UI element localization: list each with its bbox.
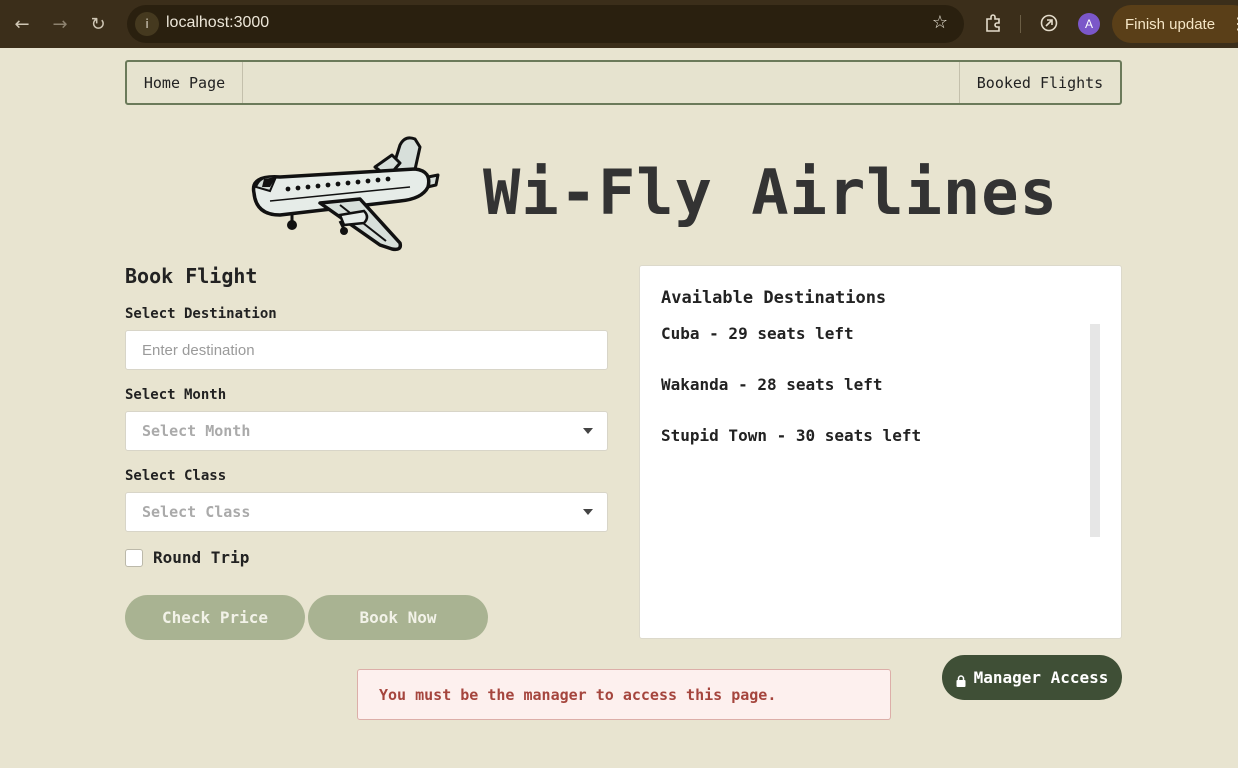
- destinations-scrollbar[interactable]: [1090, 324, 1100, 537]
- book-now-button[interactable]: Book Now: [308, 595, 488, 640]
- nav-home-link[interactable]: Home Page: [127, 62, 243, 103]
- browser-toolbar: ← → ↻ i localhost:3000 ☆ A Finish update…: [0, 0, 1238, 48]
- lock-icon: [956, 672, 966, 687]
- destinations-heading: Available Destinations: [661, 288, 887, 308]
- performance-icon[interactable]: [1038, 12, 1060, 34]
- destination-field[interactable]: [125, 330, 608, 370]
- nav-booked-flights-link[interactable]: Booked Flights: [959, 62, 1120, 103]
- bookmark-star-icon[interactable]: ☆: [932, 12, 948, 33]
- chevron-down-icon: [583, 428, 593, 434]
- airline-title: Wi-Fly Airlines: [483, 156, 1058, 229]
- manager-access-label: Manager Access: [973, 668, 1109, 687]
- round-trip-checkbox[interactable]: [125, 549, 143, 567]
- error-message: You must be the manager to access this p…: [357, 669, 891, 720]
- destination-input[interactable]: [126, 331, 607, 369]
- finish-update-label: Finish update: [1125, 15, 1216, 33]
- class-select-placeholder: Select Class: [142, 503, 251, 521]
- destination-item: Wakanda - 28 seats left: [661, 375, 883, 394]
- class-label: Select Class: [125, 468, 227, 484]
- class-select[interactable]: Select Class: [125, 492, 608, 532]
- extensions-icon[interactable]: [982, 12, 1004, 34]
- chevron-down-icon: [583, 509, 593, 515]
- site-info-icon[interactable]: i: [135, 12, 159, 36]
- top-navigation: Home Page Booked Flights: [125, 60, 1122, 105]
- finish-update-button[interactable]: Finish update ⋮: [1112, 5, 1238, 43]
- back-arrow-icon[interactable]: ←: [7, 9, 37, 39]
- toolbar-divider: [1020, 15, 1021, 33]
- book-flight-heading: Book Flight: [125, 264, 258, 288]
- month-label: Select Month: [125, 387, 227, 403]
- forward-arrow-icon[interactable]: →: [45, 9, 75, 39]
- manager-access-button[interactable]: Manager Access: [942, 655, 1122, 700]
- check-price-button[interactable]: Check Price: [125, 595, 305, 640]
- destination-item: Cuba - 29 seats left: [661, 324, 854, 343]
- more-menu-icon[interactable]: ⋮: [1230, 14, 1238, 34]
- month-select[interactable]: Select Month: [125, 411, 608, 451]
- destination-item: Stupid Town - 30 seats left: [661, 426, 922, 445]
- profile-avatar[interactable]: A: [1078, 13, 1100, 35]
- airplane-icon: [240, 125, 445, 260]
- round-trip-label[interactable]: Round Trip: [153, 548, 249, 567]
- address-bar[interactable]: i localhost:3000 ☆: [127, 5, 964, 43]
- error-message-text: You must be the manager to access this p…: [379, 685, 777, 704]
- reload-icon[interactable]: ↻: [83, 9, 113, 39]
- url-text[interactable]: localhost:3000: [166, 14, 269, 32]
- destination-label: Select Destination: [125, 306, 277, 322]
- month-select-placeholder: Select Month: [142, 422, 251, 440]
- available-destinations-panel: Available Destinations Cuba - 29 seats l…: [639, 265, 1122, 639]
